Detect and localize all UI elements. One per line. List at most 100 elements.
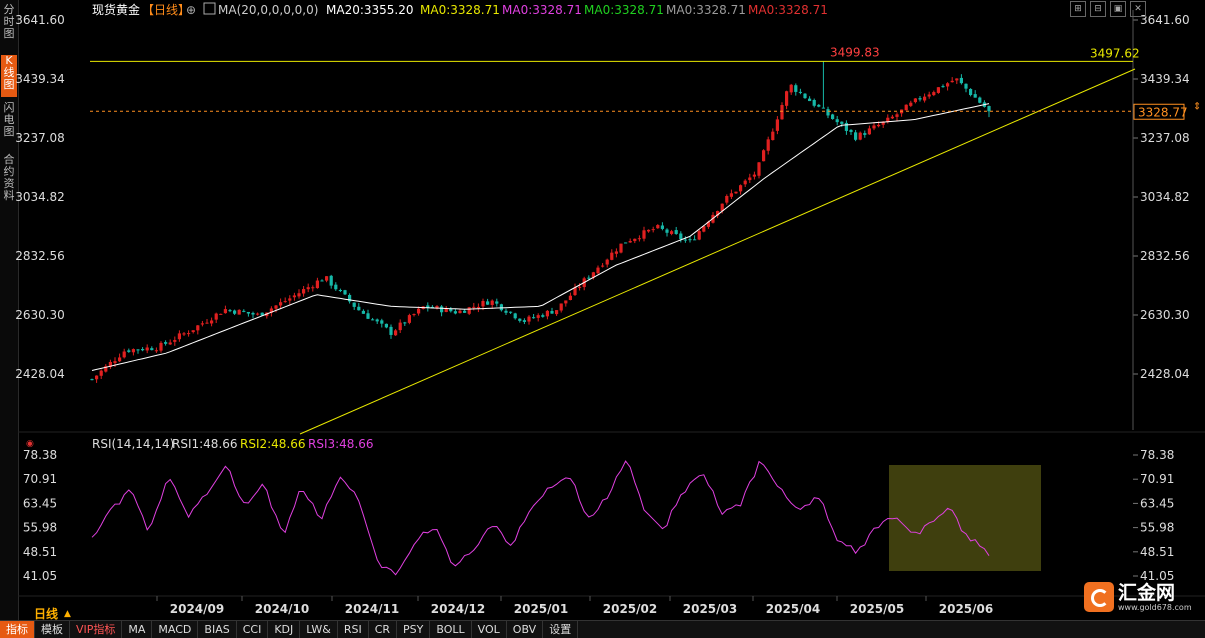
toolbar-item-6[interactable]: CCI <box>237 621 269 638</box>
candle-body <box>343 290 347 295</box>
candle-body <box>122 351 126 358</box>
candle-body <box>601 265 605 267</box>
toolbar-item-1[interactable]: 模板 <box>35 621 70 638</box>
window-controls: ⊞ ⊟ ▣ ✕ <box>1070 1 1146 17</box>
candle-body <box>803 93 807 99</box>
rsi-tick-label-left: 41.05 <box>23 569 57 583</box>
toolbar-item-8[interactable]: LW& <box>300 621 338 638</box>
toolbar-item-3[interactable]: MA <box>122 621 153 638</box>
toolbar-item-4[interactable]: MACD <box>152 621 199 638</box>
toolbar-item-13[interactable]: VOL <box>472 621 507 638</box>
candle-body <box>895 114 899 117</box>
candle-body <box>923 96 927 101</box>
x-axis-label: 2024/09 <box>170 602 224 616</box>
candle-body <box>504 310 508 313</box>
window-control-0[interactable]: ⊞ <box>1070 1 1086 17</box>
candle-body <box>904 104 908 111</box>
toolbar-item-15[interactable]: 设置 <box>543 621 579 638</box>
candle-body <box>233 310 237 314</box>
candle-body <box>826 109 830 116</box>
rsi-legend-0: RSI1:48.66 <box>172 437 238 451</box>
candle-body <box>196 325 200 331</box>
candle-body <box>872 125 876 129</box>
toolbar-item-7[interactable]: KDJ <box>268 621 301 638</box>
candle-body <box>955 78 959 81</box>
price-tick-label-left: 2428.04 <box>15 367 65 381</box>
x-axis-label: 2024/10 <box>255 602 309 616</box>
toolbar-item-0[interactable]: 指标 <box>0 621 35 638</box>
candle-body <box>527 316 531 322</box>
x-axis-label: 2025/01 <box>514 602 568 616</box>
instrument-name: 现货黄金 <box>92 2 140 17</box>
period-tag: 【日线】 <box>142 3 190 17</box>
price-tick-label-left: 3641.60 <box>15 13 65 27</box>
candle-body <box>518 318 522 321</box>
candle-body <box>987 106 991 112</box>
candle-body <box>605 259 609 265</box>
candle-body <box>674 230 678 234</box>
candle-body <box>274 305 278 309</box>
toolbar-item-2[interactable]: VIP指标 <box>70 621 123 638</box>
candle-body <box>90 379 94 381</box>
rsi-tick-label: 41.05 <box>1140 569 1174 583</box>
candle-body <box>210 320 214 324</box>
candle-body <box>311 287 315 289</box>
toolbar-item-12[interactable]: BOLL <box>430 621 472 638</box>
toolbar-item-11[interactable]: PSY <box>397 621 431 638</box>
x-axis-label: 2025/04 <box>766 602 820 616</box>
candle-body <box>329 275 333 286</box>
candle-body <box>187 333 191 335</box>
candle-body <box>417 308 421 314</box>
candle-body <box>946 83 950 87</box>
candle-body <box>748 177 752 181</box>
candle-body <box>941 86 945 88</box>
candle-body <box>398 322 402 331</box>
toolbar-item-10[interactable]: CR <box>369 621 398 638</box>
candle-body <box>173 340 177 342</box>
candle-body <box>205 322 209 324</box>
candles-group <box>90 61 991 383</box>
candle-body <box>812 100 816 106</box>
candle-body <box>959 77 963 84</box>
candle-body <box>256 313 260 315</box>
rsi-highlight-box <box>889 465 1041 571</box>
candle-body <box>182 333 186 335</box>
candle-body <box>237 309 241 315</box>
candle-body <box>757 162 761 176</box>
window-control-2[interactable]: ▣ <box>1110 1 1126 17</box>
candle-body <box>964 83 968 89</box>
candle-body <box>472 306 476 308</box>
candle-body <box>288 298 292 301</box>
toolbar-item-9[interactable]: RSI <box>338 621 369 638</box>
candle-body <box>136 349 140 351</box>
window-control-3[interactable]: ✕ <box>1130 1 1146 17</box>
candle-body <box>99 370 103 376</box>
candle-body <box>495 301 499 304</box>
candle-body <box>141 349 145 351</box>
candle-body <box>320 280 324 282</box>
window-control-1[interactable]: ⊟ <box>1090 1 1106 17</box>
candle-body <box>191 330 195 333</box>
candle-body <box>297 293 301 297</box>
candle-body <box>610 252 614 260</box>
candle-body <box>849 129 853 132</box>
candle-body <box>642 230 646 239</box>
candle-body <box>366 313 370 319</box>
candle-body <box>177 333 181 340</box>
candle-body <box>619 243 623 253</box>
toolbar-item-14[interactable]: OBV <box>507 621 544 638</box>
indicator-toolbar: 指标 模板 VIP指标 MA MACD BIAS CCI KDJ LW& RSI CR PSY BOLL… <box>0 620 1205 638</box>
ma-legend-0: MA20:3355.20 <box>326 3 414 17</box>
candle-body <box>683 239 687 241</box>
candle-body <box>223 309 227 314</box>
current-price-label: 3328.77 <box>1138 105 1188 119</box>
candle-body <box>306 287 310 290</box>
candle-body <box>858 132 862 140</box>
ma-legend-5: MA0:3328.71 <box>748 3 828 17</box>
candle-body <box>375 319 379 322</box>
toolbar-item-5[interactable]: BIAS <box>198 621 237 638</box>
price-tick-label: 3641.60 <box>1140 13 1190 27</box>
rsi-tick-label-left: 70.91 <box>23 472 57 486</box>
candle-body <box>688 239 692 241</box>
candle-body <box>785 91 789 106</box>
